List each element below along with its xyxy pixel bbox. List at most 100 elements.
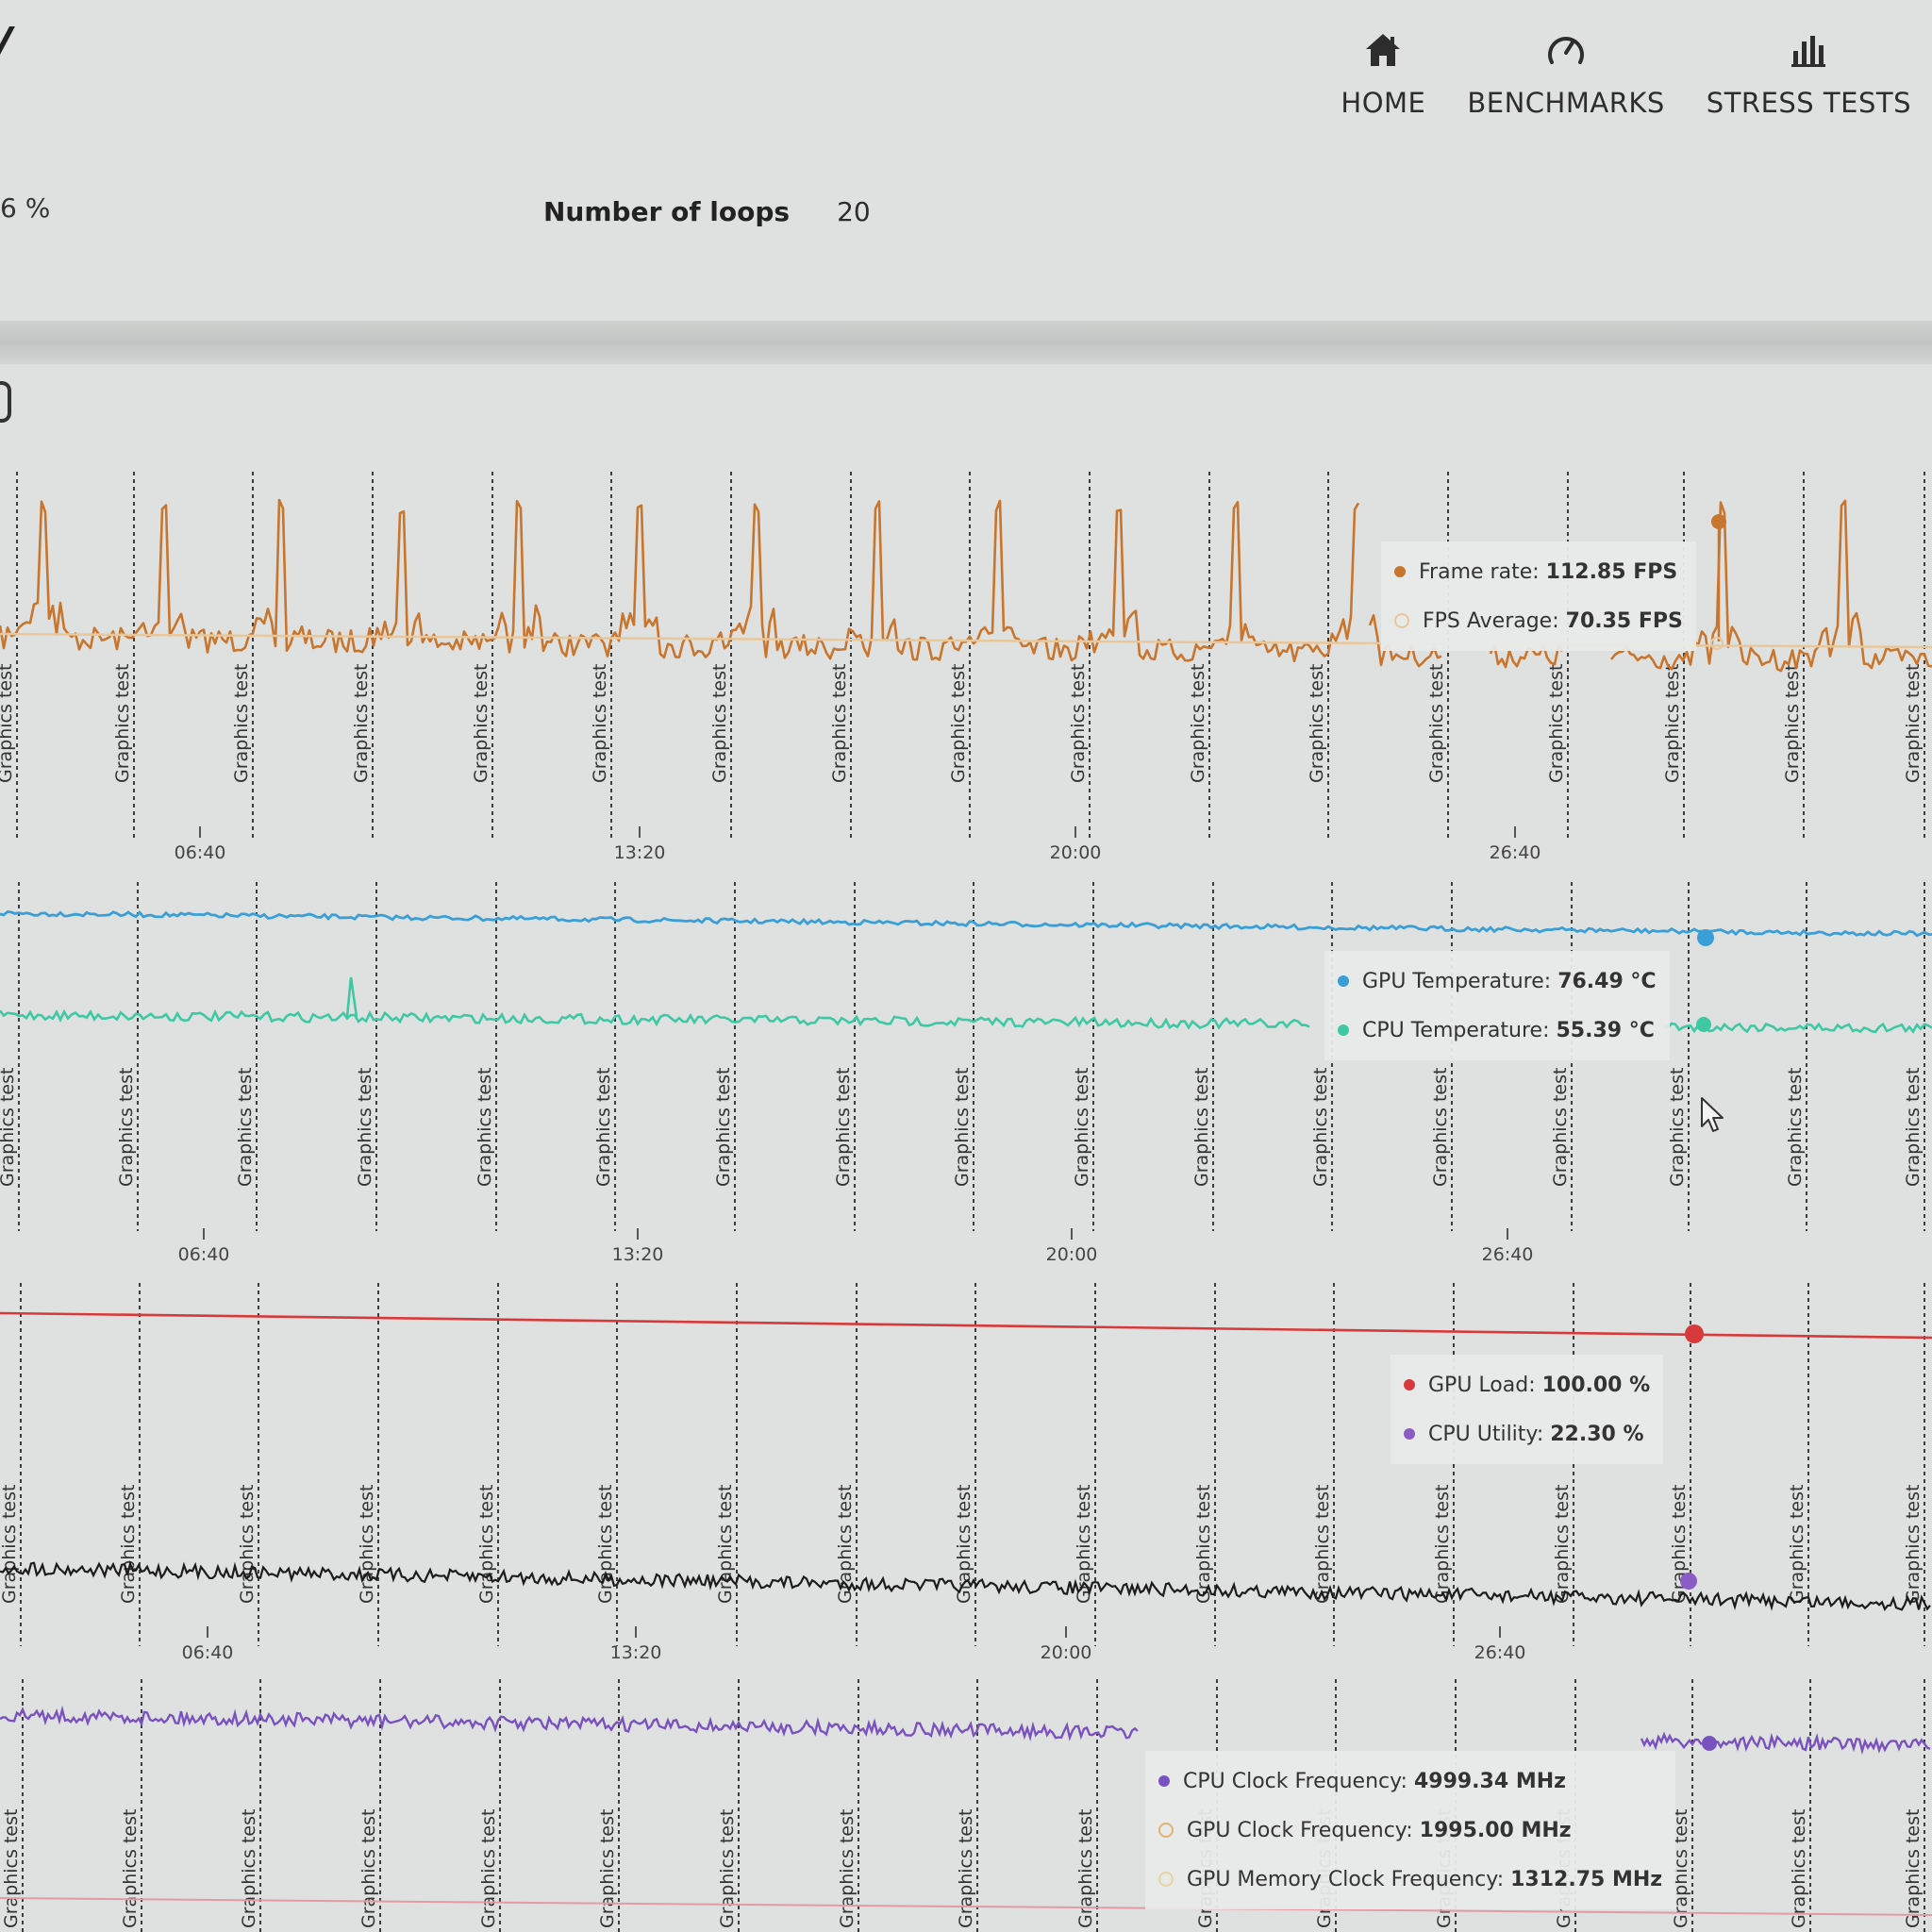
frame-rate-tooltip-row: Frame rate: 112.85 FPS xyxy=(1394,547,1683,596)
graphics-test-marker-label: Graphics test xyxy=(1,1809,22,1928)
cpu-temperature-hover-point xyxy=(1696,1017,1711,1032)
cpu-temperature-line xyxy=(0,1008,1310,1030)
graphics-test-marker-label: Graphics test xyxy=(1072,1068,1092,1187)
graphics-test-marker-label: Graphics test xyxy=(1903,1485,1924,1604)
frame-rate-line xyxy=(0,498,1360,663)
graphics-test-marker-label: Graphics test xyxy=(1782,664,1803,783)
cpu-utility-tooltip-row: CPU Utility: 22.30 % xyxy=(1404,1409,1650,1458)
x-tick-label: 13:20 xyxy=(614,842,666,863)
graphics-test-marker-label: Graphics test xyxy=(709,664,730,783)
cpu-utility-legend-dot xyxy=(1404,1428,1415,1440)
x-tick-label: 26:40 xyxy=(1482,1244,1534,1265)
cpu-temperature-tooltip-name: CPU Temperature xyxy=(1362,1018,1543,1042)
x-tick-label: 13:20 xyxy=(612,1244,664,1265)
x-tick-label: 06:40 xyxy=(182,1642,234,1663)
graphics-test-marker-label: Graphics test xyxy=(593,1068,614,1187)
frame-rate-tooltip-name: Frame rate xyxy=(1419,559,1533,584)
graphics-test-marker-label: Graphics test xyxy=(112,664,133,783)
load-tooltip: GPU Load: 100.00 % CPU Utility: 22.30 % xyxy=(1391,1355,1664,1464)
graphics-test-marker-label: Graphics test xyxy=(476,1485,497,1604)
cpu-clock-legend-dot xyxy=(1158,1775,1170,1787)
x-tick-label: 13:20 xyxy=(610,1642,662,1663)
x-tick-label: 06:40 xyxy=(178,1244,230,1265)
graphics-test-marker-label: Graphics test xyxy=(475,1068,495,1187)
graphics-test-marker-label: Graphics test xyxy=(355,1068,375,1187)
cpu-clock-tooltip-row: CPU Clock Frequency: 4999.34 MHz xyxy=(1158,1757,1662,1806)
fps-tooltip: Frame rate: 112.85 FPS FPS Average: 70.35… xyxy=(1381,541,1696,651)
graphics-test-marker-label: Graphics test xyxy=(1903,1809,1924,1928)
gpu-temperature-legend-dot xyxy=(1338,975,1349,987)
graphics-test-marker-label: Graphics test xyxy=(713,1068,734,1187)
gpu-clock-tooltip-row: GPU Clock Frequency: 1995.00 MHz xyxy=(1158,1806,1662,1855)
gpu-load-tooltip-row: GPU Load: 100.00 % xyxy=(1404,1360,1650,1409)
gpu-load-hover-point xyxy=(1685,1324,1704,1343)
graphics-test-marker-label: Graphics test xyxy=(837,1809,858,1928)
graphics-test-marker-label: Graphics test xyxy=(952,1068,973,1187)
cpu-clock-tooltip-name: CPU Clock Frequency xyxy=(1183,1769,1401,1793)
x-tick-label: 20:00 xyxy=(1050,842,1102,863)
graphics-test-marker-label: Graphics test xyxy=(1430,1068,1451,1187)
graphics-test-marker-label: Graphics test xyxy=(590,664,610,783)
graphics-test-marker-label: Graphics test xyxy=(0,1485,20,1604)
gpu-temperature-tooltip-name: GPU Temperature xyxy=(1362,969,1544,993)
graphics-test-marker-label: Graphics test xyxy=(717,1809,738,1928)
graphics-test-marker-label: Graphics test xyxy=(715,1485,736,1604)
x-tick-label: 06:40 xyxy=(175,842,226,863)
gpu-clock-tooltip-name: GPU Clock Frequency xyxy=(1187,1818,1407,1842)
graphics-test-marker-label: Graphics test xyxy=(0,664,16,783)
graphics-test-marker-label: Graphics test xyxy=(1310,1068,1331,1187)
gpu-temperature-hover-point xyxy=(1697,929,1714,946)
graphics-test-marker-label: Graphics test xyxy=(116,1068,137,1187)
graphics-test-marker-label: Graphics test xyxy=(231,664,252,783)
cpu-utility-tooltip-name: CPU Utility xyxy=(1428,1422,1537,1446)
gpu-clock-tooltip-value: 1995.00 MHz xyxy=(1419,1818,1572,1842)
graphics-test-marker-label: Graphics test xyxy=(0,1068,18,1187)
graphics-test-marker-label: Graphics test xyxy=(1068,664,1089,783)
graphics-test-marker-label: Graphics test xyxy=(478,1809,499,1928)
cpu-clock-line xyxy=(1640,1731,1931,1756)
gpu-temperature-line xyxy=(0,909,1932,938)
gpu-load-legend-dot xyxy=(1404,1379,1415,1391)
temperature-tooltip: GPU Temperature: 76.49 °C CPU Temperature… xyxy=(1324,951,1670,1060)
graphics-test-marker-label: Graphics test xyxy=(833,1068,854,1187)
graphics-test-marker-label: Graphics test xyxy=(471,664,491,783)
graphics-test-marker-label: Graphics test xyxy=(1787,1485,1807,1604)
gpu-temperature-tooltip-row: GPU Temperature: 76.49 °C xyxy=(1338,957,1657,1006)
x-tick-label: 26:40 xyxy=(1490,842,1541,863)
graphics-test-marker-label: Graphics test xyxy=(1426,664,1447,783)
cpu-temperature-spike xyxy=(345,976,358,1018)
graphics-test-marker-label: Graphics test xyxy=(1552,1485,1573,1604)
gpu-clock-legend-dot xyxy=(1158,1823,1174,1838)
cpu-utility-hover-point xyxy=(1680,1573,1697,1590)
fps-average-tooltip-value: 70.35 FPS xyxy=(1565,608,1683,633)
graphics-test-marker-label: Graphics test xyxy=(1546,664,1567,783)
cpu-clock-line xyxy=(0,1705,1139,1742)
graphics-test-marker-label: Graphics test xyxy=(1789,1809,1809,1928)
fps-average-tooltip-name: FPS Average xyxy=(1423,608,1553,633)
graphics-test-marker-label: Graphics test xyxy=(120,1809,141,1928)
graphics-test-marker-label: Graphics test xyxy=(1307,664,1327,783)
x-tick-label: 20:00 xyxy=(1046,1244,1098,1265)
graphics-test-marker-label: Graphics test xyxy=(1188,664,1208,783)
graphics-test-marker-label: Graphics test xyxy=(1903,664,1924,783)
graphics-test-marker-label: Graphics test xyxy=(1432,1485,1453,1604)
frame-rate-tooltip-value: 112.85 FPS xyxy=(1545,559,1678,584)
mouse-cursor-icon xyxy=(1700,1096,1726,1138)
graphics-test-marker-label: Graphics test xyxy=(597,1809,618,1928)
cpu-temperature-tooltip-row: CPU Temperature: 55.39 °C xyxy=(1338,1006,1657,1055)
gpu-load-tooltip-name: GPU Load xyxy=(1428,1373,1529,1397)
graphics-test-marker-label: Graphics test xyxy=(237,1485,258,1604)
gpu-temperature-tooltip-value: 76.49 °C xyxy=(1557,969,1657,993)
cpu-clock-hover-point xyxy=(1702,1736,1717,1751)
graphics-test-marker-label: Graphics test xyxy=(829,664,850,783)
frame-rate-hover-point xyxy=(1711,514,1726,529)
graphics-test-marker-label: Graphics test xyxy=(956,1809,976,1928)
graphics-test-marker-label: Graphics test xyxy=(1785,1068,1806,1187)
x-tick-label: 20:00 xyxy=(1041,1642,1092,1663)
gpu-load-line xyxy=(0,1311,1932,1340)
graphics-test-marker-label: Graphics test xyxy=(948,664,969,783)
cpu-clock-tooltip-value: 4999.34 MHz xyxy=(1413,1769,1566,1793)
graphics-test-marker-label: Graphics test xyxy=(358,1809,379,1928)
graphics-test-marker-label: Graphics test xyxy=(1903,1068,1924,1187)
graphics-test-marker-label: Graphics test xyxy=(351,664,372,783)
